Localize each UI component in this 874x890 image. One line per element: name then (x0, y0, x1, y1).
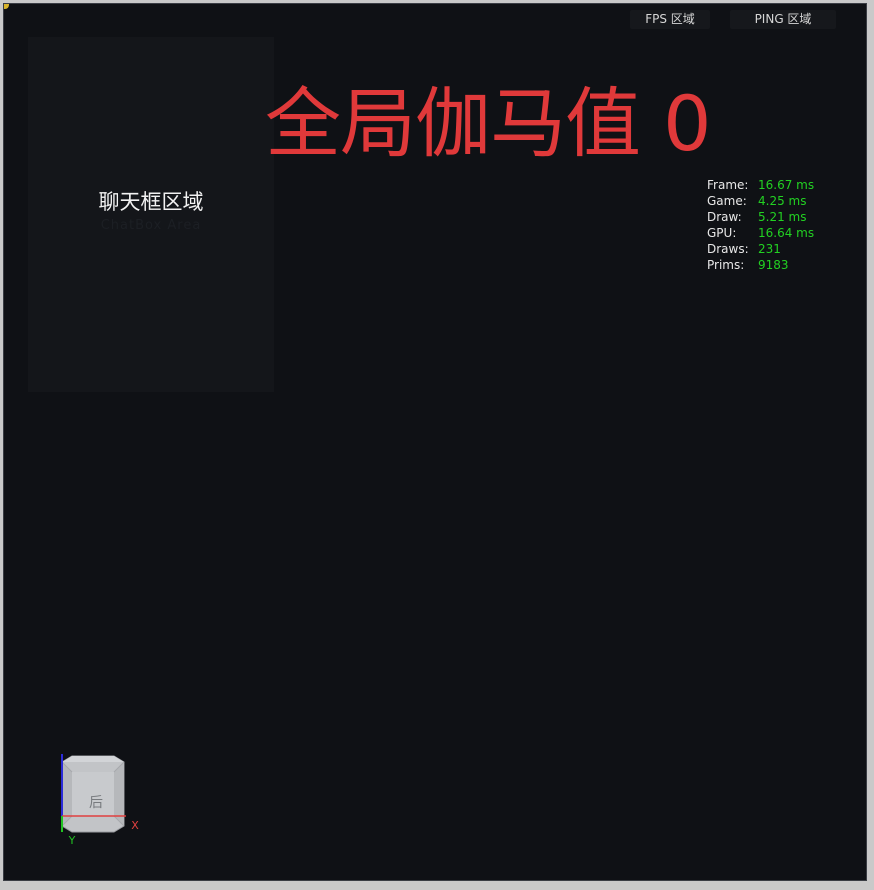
stat-row-frame: Frame: 16.67 ms (707, 177, 814, 193)
ping-label: PING 区域 (754, 12, 812, 26)
stat-label: GPU: (707, 226, 737, 240)
view-orientation-gizmo[interactable]: 后 X Y (58, 752, 148, 847)
stat-label: Draws: (707, 242, 749, 256)
gamma-title: 全局伽马值 0 (265, 79, 712, 168)
stat-label: Game: (707, 194, 747, 208)
chat-box-panel[interactable]: 聊天框区域 ChatBox Area (28, 37, 274, 392)
stat-label: Draw: (707, 210, 742, 224)
fps-area: FPS 区域 (630, 10, 710, 29)
stat-value: 9183 (758, 258, 789, 272)
y-axis-label: Y (68, 834, 76, 847)
game-viewport[interactable]: FPS 区域 PING 区域 聊天框区域 ChatBox Area 全局伽马值 … (3, 3, 867, 881)
stat-value: 5.21 ms (758, 210, 807, 224)
x-axis-label: X (131, 819, 139, 832)
stat-value: 231 (758, 242, 781, 256)
stat-row-gpu: GPU: 16.64 ms (707, 225, 814, 241)
ping-area: PING 区域 (730, 10, 836, 29)
fps-label: FPS 区域 (645, 12, 695, 26)
stat-label: Frame: (707, 178, 749, 192)
stat-value: 16.64 ms (758, 226, 815, 240)
stat-value: 4.25 ms (758, 194, 807, 208)
stat-value: 16.67 ms (758, 178, 815, 192)
chat-box-title: 聊天框区域 (98, 190, 204, 214)
viewport-corner-marker (4, 4, 9, 9)
view-cube-icon[interactable]: 后 X Y (58, 752, 148, 847)
stat-row-draws: Draws: 231 (707, 241, 814, 257)
stat-row-game: Game: 4.25 ms (707, 193, 814, 209)
stats-overlay: Frame: 16.67 ms Game: 4.25 ms Draw: 5.21… (707, 177, 814, 273)
cube-face-label: 后 (89, 795, 103, 811)
chat-box-subtitle: ChatBox Area (100, 218, 202, 233)
stat-label: Prims: (707, 258, 745, 272)
stat-row-prims: Prims: 9183 (707, 257, 814, 273)
stat-row-draw: Draw: 5.21 ms (707, 209, 814, 225)
